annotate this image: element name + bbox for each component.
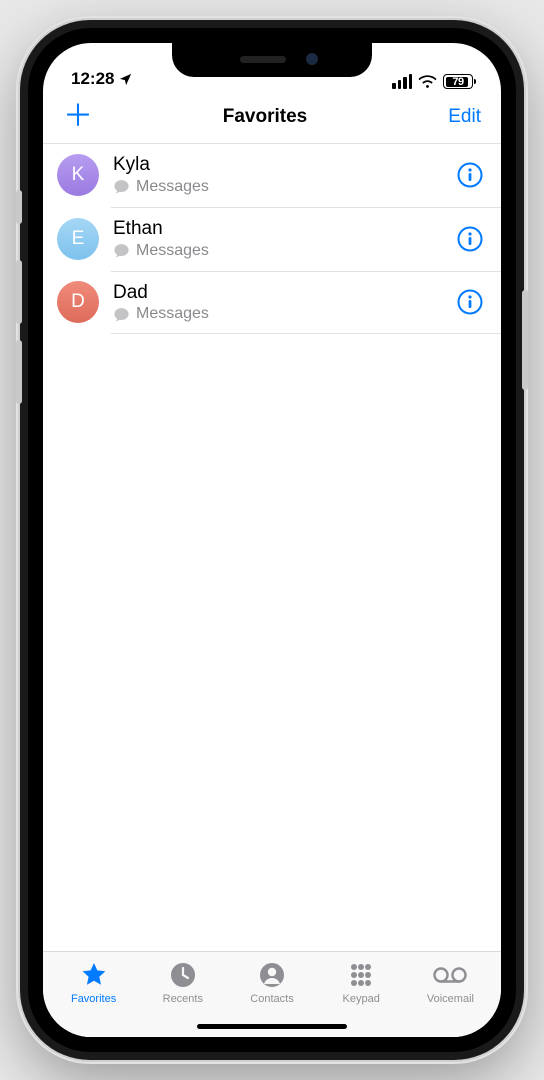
- favorite-row[interactable]: E Ethan Messages: [43, 207, 501, 271]
- wifi-icon: [418, 75, 437, 89]
- battery-percentage: 79: [452, 76, 463, 88]
- notch: [172, 43, 372, 77]
- add-button[interactable]: ＋: [63, 102, 93, 132]
- tab-favorites[interactable]: Favorites: [49, 958, 138, 1037]
- star-icon: [79, 960, 109, 990]
- edit-button[interactable]: Edit: [437, 106, 481, 128]
- status-time: 12:28: [71, 69, 114, 89]
- person-icon: [258, 960, 286, 990]
- tab-label: Voicemail: [427, 993, 474, 1005]
- info-button[interactable]: [457, 226, 483, 252]
- contact-name: Kyla: [113, 153, 443, 177]
- favorite-row[interactable]: D Dad Messages: [43, 271, 501, 335]
- nav-bar: ＋ Favorites Edit: [43, 91, 501, 143]
- clock-icon: [169, 960, 197, 990]
- contact-name: Dad: [113, 281, 443, 305]
- messages-icon: [113, 306, 130, 323]
- tab-label: Recents: [163, 993, 203, 1005]
- favorites-list: K Kyla Messages: [43, 143, 501, 951]
- voicemail-icon: [433, 960, 467, 990]
- home-indicator[interactable]: [197, 1024, 347, 1029]
- tab-label: Favorites: [71, 993, 116, 1005]
- messages-icon: [113, 242, 130, 259]
- battery-indicator: 79: [443, 74, 473, 89]
- keypad-icon: [347, 960, 375, 990]
- messages-icon: [113, 178, 130, 195]
- contact-name: Ethan: [113, 217, 443, 241]
- favorite-row[interactable]: K Kyla Messages: [43, 143, 501, 207]
- info-button[interactable]: [457, 289, 483, 315]
- tab-label: Keypad: [343, 993, 380, 1005]
- tab-label: Contacts: [250, 993, 293, 1005]
- tab-voicemail[interactable]: Voicemail: [406, 958, 495, 1037]
- avatar: K: [57, 154, 99, 196]
- contact-subtitle: Messages: [136, 177, 209, 197]
- location-icon: [118, 72, 133, 87]
- avatar: E: [57, 218, 99, 260]
- info-button[interactable]: [457, 162, 483, 188]
- contact-subtitle: Messages: [136, 304, 209, 324]
- contact-subtitle: Messages: [136, 241, 209, 261]
- avatar: D: [57, 281, 99, 323]
- cellular-signal-icon: [392, 74, 412, 89]
- page-title: Favorites: [223, 106, 307, 128]
